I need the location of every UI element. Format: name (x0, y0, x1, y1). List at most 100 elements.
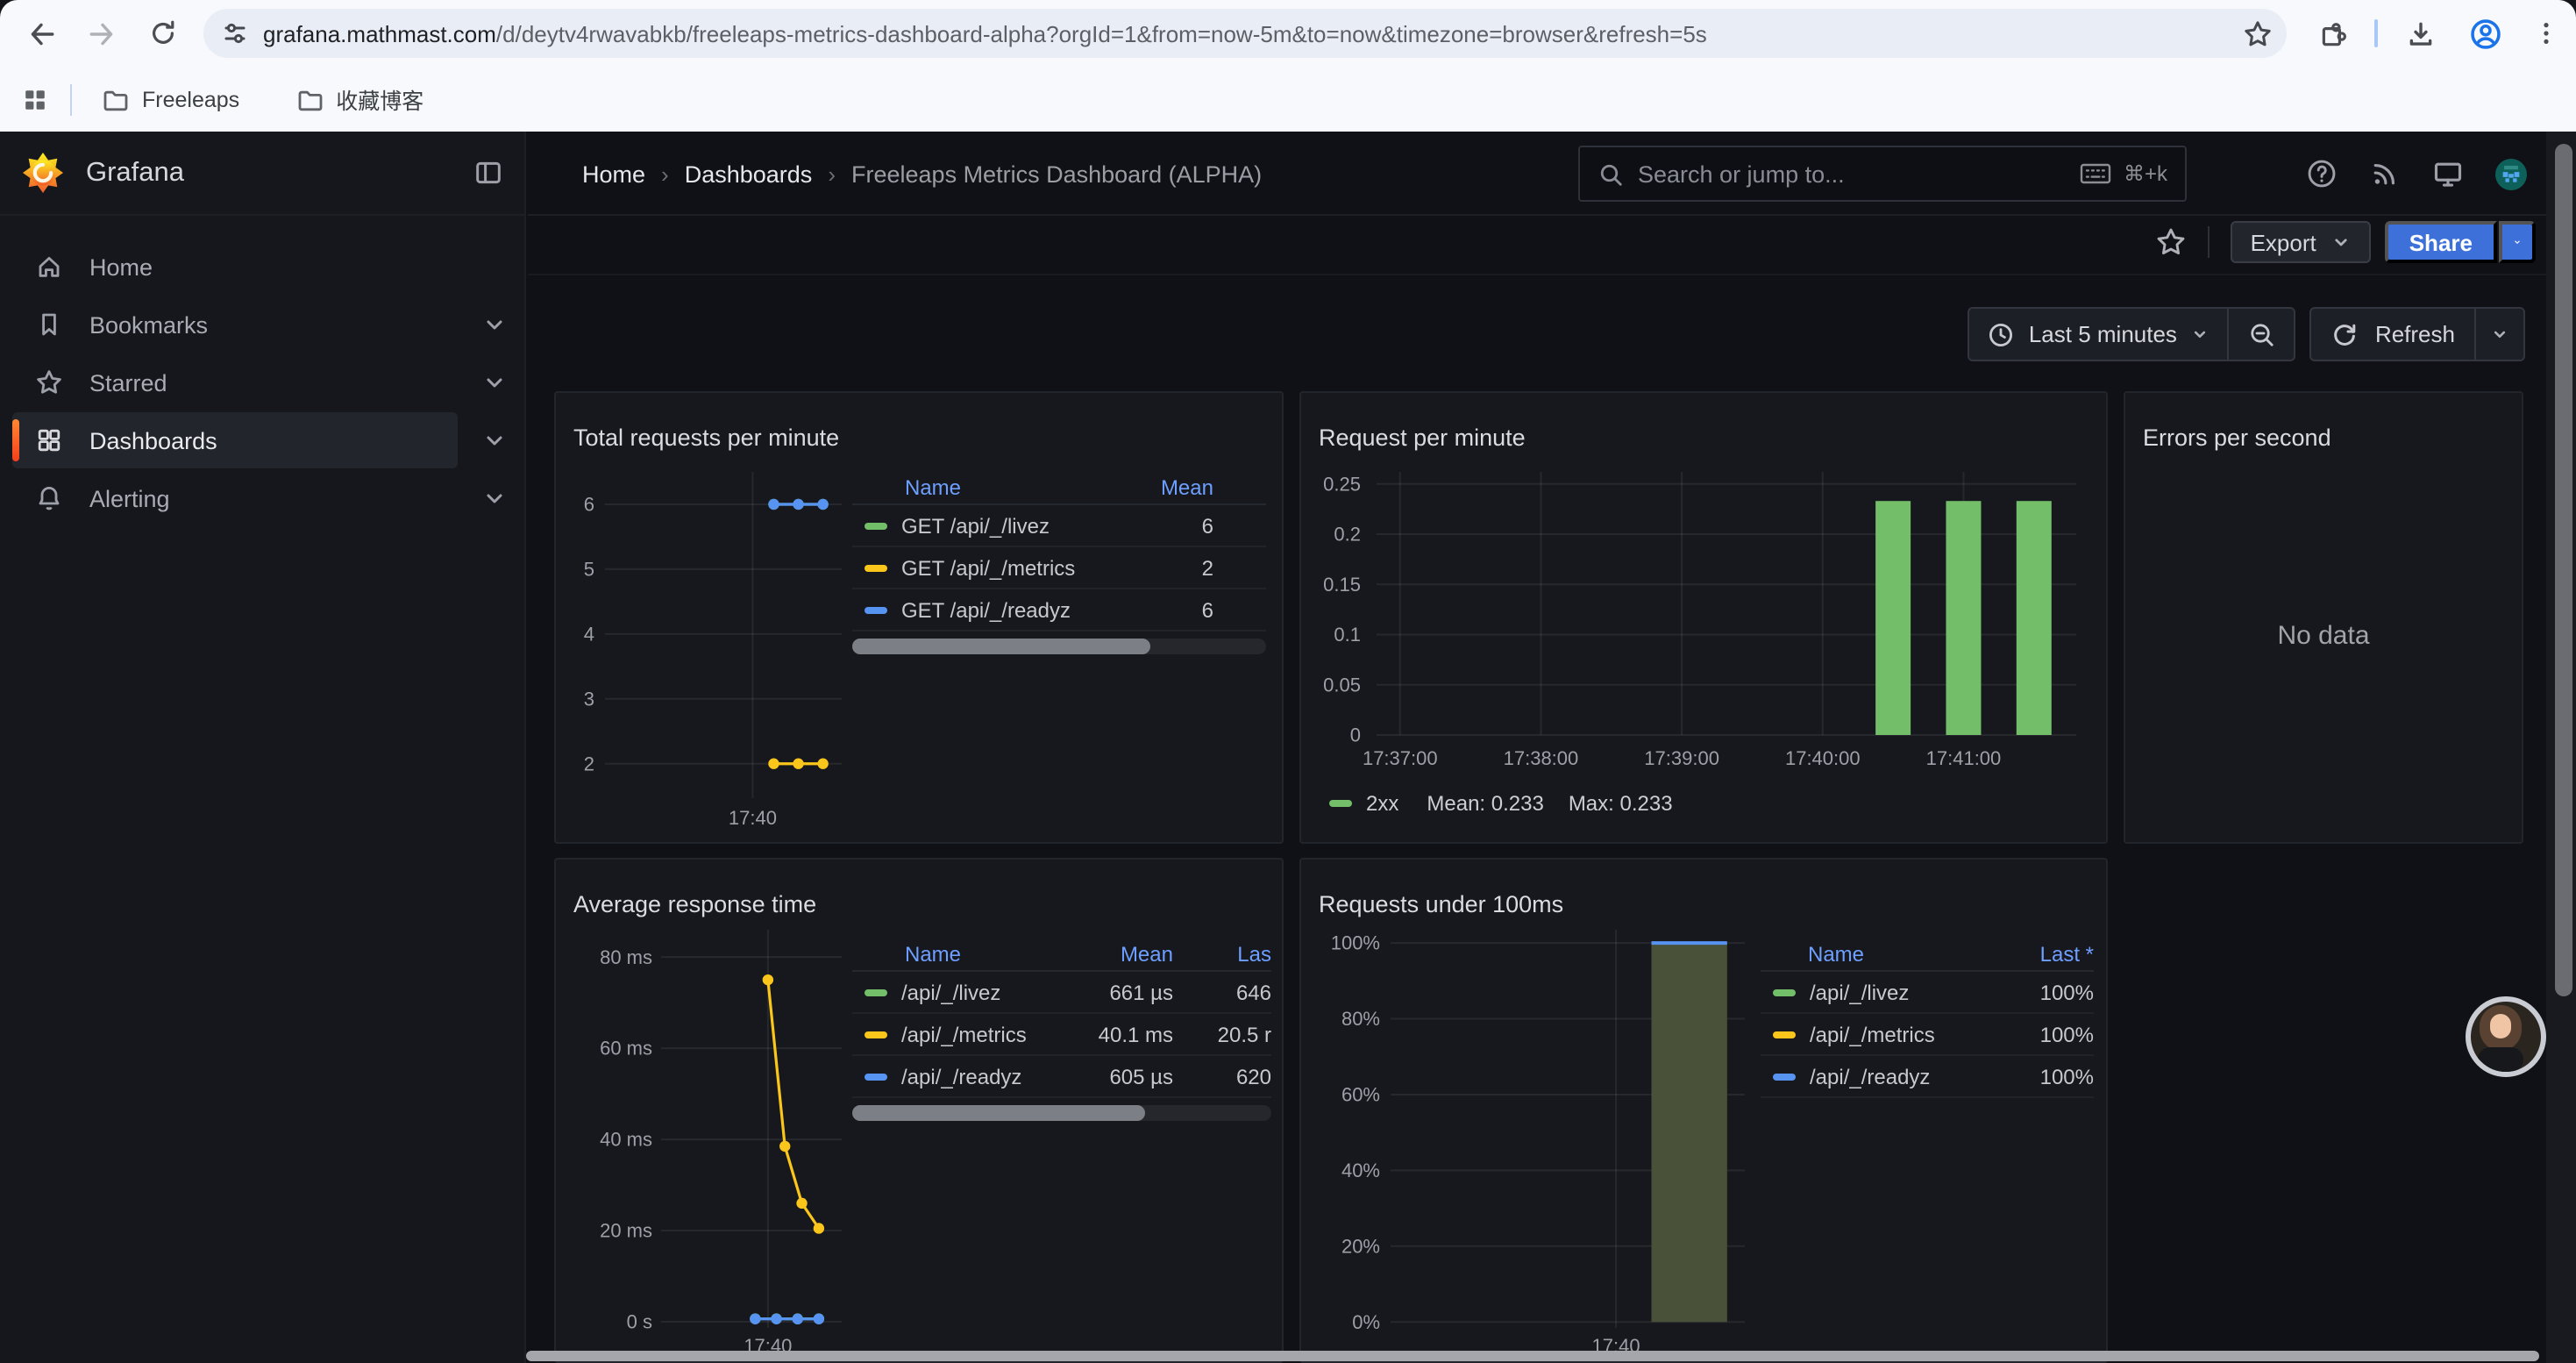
svg-text:0.15: 0.15 (1323, 574, 1361, 596)
profile-icon[interactable] (2462, 11, 2508, 56)
chevron-down-icon[interactable] (480, 426, 509, 454)
sidebar-item-dashboards[interactable]: Dashboards (12, 412, 458, 468)
extensions-icon[interactable] (2309, 11, 2355, 56)
sidebar-item-home[interactable]: Home (12, 239, 458, 295)
vertical-scrollbar-track[interactable] (2546, 132, 2576, 1363)
legend-row[interactable]: /api/_/readyz100% (1761, 1056, 2094, 1098)
sidebar-item-label: Home (89, 253, 153, 280)
grafana-app: Grafana Home Bookmarks (0, 132, 2576, 1363)
forward-icon[interactable] (79, 11, 125, 56)
folder-icon (295, 85, 324, 113)
legend-header-name[interactable]: Name (852, 941, 1064, 966)
sidebar-item-bookmarks[interactable]: Bookmarks (12, 296, 458, 353)
menu-kebab-icon[interactable] (2523, 11, 2569, 56)
chevron-down-icon[interactable] (480, 368, 509, 396)
legend-row[interactable]: /api/_/metrics100% (1761, 1014, 2094, 1056)
legend-value: 100% (1989, 980, 2094, 1004)
legend-header-name[interactable]: Name (1761, 941, 1989, 966)
legend-value: 661 µs (1064, 980, 1173, 1004)
share-menu-button[interactable] (2499, 221, 2536, 263)
panel-total-requests-per-minute: Total requests per minute 6543217:40 Nam… (554, 391, 1284, 844)
legend-scrollbar-thumb[interactable] (852, 639, 1150, 654)
site-settings-icon[interactable] (221, 19, 249, 47)
grafana-logo[interactable] (23, 153, 63, 193)
chevron-down-icon[interactable] (480, 484, 509, 512)
user-avatar[interactable] (2495, 158, 2527, 189)
vertical-scrollbar-thumb[interactable] (2555, 144, 2572, 996)
panel-title[interactable]: Errors per second (2143, 425, 2331, 451)
legend-row[interactable]: GET /api/_/metrics2 (852, 547, 1266, 589)
bookmark-folder-blogs[interactable]: 收藏博客 (285, 77, 434, 121)
actions-divider (2209, 226, 2210, 258)
url-bar[interactable]: grafana.mathmast.com/d/deytv4rwavabkb/fr… (203, 9, 2287, 58)
browser-toolbar: grafana.mathmast.com/d/deytv4rwavabkb/fr… (0, 0, 2576, 67)
help-icon[interactable] (2306, 158, 2338, 189)
dashboard-content: Export Share Last 5 minutes (528, 216, 2576, 1363)
bar-chart: 0.250.20.150.10.05017:37:0017:38:0017:39… (1301, 393, 2108, 844)
app-header: Home › Dashboards › Freeleaps Metrics Da… (528, 132, 2576, 216)
download-icon[interactable] (2397, 11, 2443, 56)
dock-menu-icon[interactable] (473, 158, 503, 188)
svg-text:80 ms: 80 ms (600, 946, 652, 968)
svg-text:0%: 0% (1352, 1311, 1380, 1333)
legend-row[interactable]: /api/_/livez661 µs646 (852, 972, 1271, 1014)
legend-row[interactable]: GET /api/_/livez6 (852, 505, 1266, 547)
pinned-extension-indicator (2374, 19, 2378, 47)
chevron-down-icon[interactable] (480, 310, 509, 339)
refresh-button[interactable]: Refresh (2312, 309, 2474, 360)
legend-header-name[interactable]: Name (852, 475, 1150, 499)
breadcrumb-dashboards[interactable]: Dashboards (685, 161, 813, 187)
legend-row[interactable]: /api/_/readyz605 µs620 (852, 1056, 1271, 1098)
legend-row[interactable]: /api/_/metrics40.1 ms20.5 r (852, 1014, 1271, 1056)
back-icon[interactable] (18, 11, 63, 56)
svg-text:5: 5 (584, 559, 594, 581)
svg-text:0.25: 0.25 (1323, 473, 1361, 495)
time-range-picker[interactable]: Last 5 minutes (1969, 309, 2228, 360)
refresh-interval-button[interactable] (2474, 309, 2523, 360)
news-rss-icon[interactable] (2369, 158, 2401, 189)
zoom-out-button[interactable] (2228, 309, 2295, 360)
legend-header-row: NameLast * (1761, 937, 2094, 972)
legend-header-value[interactable]: Las (1173, 941, 1271, 966)
apps-grid-icon[interactable] (12, 76, 58, 122)
bookmark-star-icon[interactable] (2243, 18, 2273, 48)
svg-text:60 ms: 60 ms (600, 1038, 652, 1060)
bookmarks-bar: Freeleaps 收藏博客 (0, 67, 2576, 132)
legend-row[interactable]: /api/_/livez100% (1761, 972, 2094, 1014)
favorite-star-icon[interactable] (2156, 226, 2188, 258)
legend-scrollbar-track[interactable] (852, 1105, 1271, 1121)
search-shortcut: ⌘+k (2124, 161, 2167, 186)
bookmark-folder-freeleaps[interactable]: Freeleaps (91, 80, 250, 118)
legend-header-value[interactable]: Mean (1064, 941, 1173, 966)
monitor-icon[interactable] (2432, 158, 2464, 189)
breadcrumb-separator: › (661, 161, 669, 187)
reload-icon[interactable] (140, 11, 186, 56)
url-text: grafana.mathmast.com/d/deytv4rwavabkb/fr… (263, 20, 2243, 46)
sidebar-item-label: Bookmarks (89, 311, 208, 338)
breadcrumb: Home › Dashboards › Freeleaps Metrics Da… (582, 132, 1262, 216)
legend-header-value[interactable]: Mean (1150, 475, 1266, 499)
legend-scrollbar-track[interactable] (852, 639, 1266, 654)
legend-scrollbar-thumb[interactable] (852, 1105, 1146, 1121)
svg-text:17:41:00: 17:41:00 (1926, 747, 2002, 769)
sidebar-item-alerting[interactable]: Alerting (12, 470, 458, 526)
legend-series-label: /api/_/livez (901, 980, 1000, 1004)
url-path: /d/deytv4rwavabkb/freeleaps-metrics-dash… (496, 20, 1707, 46)
share-button[interactable]: Share (2385, 221, 2497, 263)
legend-inline: 2xx Mean: 0.233 Max: 0.233 (1329, 791, 1697, 816)
breadcrumb-home[interactable]: Home (582, 161, 645, 187)
dashboard-actions: Export Share (2156, 219, 2536, 265)
legend-row[interactable]: GET /api/_/readyz6 (852, 589, 1266, 632)
legend-header-value[interactable]: Last * (1989, 941, 2094, 966)
search-placeholder: Search or jump to... (1638, 161, 2080, 187)
search-input[interactable]: Search or jump to... ⌘+k (1578, 146, 2187, 202)
floating-assistant-avatar[interactable] (2466, 996, 2546, 1077)
svg-text:0: 0 (1350, 724, 1361, 746)
no-data-message: No data (2125, 621, 2522, 651)
star-icon (35, 368, 63, 396)
horizontal-scrollbar-thumb[interactable] (526, 1351, 2539, 1361)
sidebar-item-starred[interactable]: Starred (12, 354, 458, 410)
legend-series-label: /api/_/readyz (901, 1064, 1021, 1088)
export-button[interactable]: Export (2231, 221, 2371, 263)
legend-series-label[interactable]: 2xx (1366, 791, 1398, 816)
